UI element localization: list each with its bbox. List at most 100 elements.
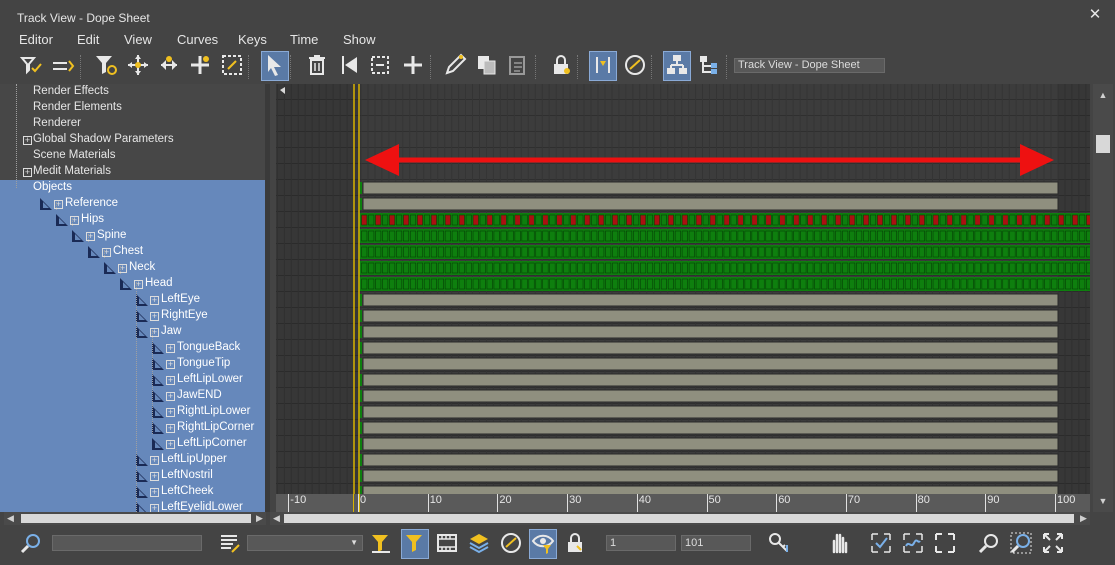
tree-item-reference[interactable]: + Reference (0, 196, 270, 212)
filter-dropdown[interactable]: ▼ (247, 535, 363, 551)
expand-icon[interactable]: + (150, 472, 159, 481)
scroll-thumb[interactable] (1096, 135, 1110, 153)
tree-item-medit-materials[interactable]: + Medit Materials (0, 164, 270, 180)
menu-view[interactable]: View (124, 32, 152, 47)
frame-button[interactable] (931, 529, 959, 559)
expand-icon[interactable]: + (150, 488, 159, 497)
expand-icon[interactable]: + (150, 296, 159, 305)
snap-frames-button[interactable] (589, 51, 617, 81)
move-keys-button[interactable] (124, 51, 152, 81)
key-info-button[interactable] (765, 529, 793, 559)
scroll-right-icon[interactable]: ▶ (1080, 512, 1087, 525)
dope-sheet-grid[interactable] (276, 84, 1090, 494)
tree-layout-button[interactable] (695, 51, 723, 81)
tree-item-tongueback[interactable]: + TongueBack (0, 340, 270, 356)
show-keyable-button[interactable] (621, 51, 649, 81)
keys-horizontal-scrollbar[interactable]: ◀ ▶ (270, 512, 1090, 525)
menu-show[interactable]: Show (343, 32, 376, 47)
tree-item-hips[interactable]: + Hips (0, 212, 270, 228)
menu-keys[interactable]: Keys (238, 32, 267, 47)
expand-icon[interactable]: + (150, 504, 159, 512)
close-icon[interactable]: ✕ (1087, 7, 1103, 23)
expand-icon[interactable]: + (166, 392, 175, 401)
menu-editor[interactable]: Editor (19, 32, 53, 47)
fit-button[interactable] (1039, 529, 1067, 559)
scroll-thumb[interactable] (21, 514, 251, 523)
zoom-value-button[interactable] (899, 529, 927, 559)
reverse-time-button[interactable] (335, 51, 363, 81)
scroll-down-icon[interactable]: ▼ (1097, 496, 1109, 506)
pane-splitter[interactable] (265, 84, 270, 512)
tree-item-render-elements[interactable]: Render Elements (0, 100, 270, 116)
funnel-gear-button[interactable] (92, 51, 120, 81)
zoom-extents-button[interactable] (867, 529, 895, 559)
slide-keys-button[interactable] (155, 51, 183, 81)
expand-icon[interactable]: + (23, 168, 32, 177)
paste-button[interactable] (504, 51, 532, 81)
expand-icon[interactable]: + (166, 360, 175, 369)
insert-time-button[interactable] (399, 51, 427, 81)
zoom-region-button[interactable] (1007, 529, 1035, 559)
scroll-left-icon[interactable]: ◀ (273, 512, 280, 525)
key-window[interactable]: -10 0 10 20 30 40 50 60 70 80 90 100 (276, 84, 1090, 512)
tree-item-chest[interactable]: + Chest (0, 244, 270, 260)
tree-item-render-effects[interactable]: Render Effects (0, 84, 270, 100)
add-keys-button[interactable] (186, 51, 214, 81)
scroll-right-icon[interactable]: ▶ (256, 512, 263, 525)
expand-icon[interactable]: + (23, 136, 32, 145)
tree-item-spine[interactable]: + Spine (0, 228, 270, 244)
tree-item-rightlipcorner[interactable]: + RightLipCorner (0, 420, 270, 436)
tree-item-global-shadow-parameters[interactable]: + Global Shadow Parameters (0, 132, 270, 148)
expand-icon[interactable]: + (166, 424, 175, 433)
layers-button[interactable] (465, 529, 493, 559)
start-frame-field[interactable]: 1 (606, 535, 676, 551)
tree-horizontal-scrollbar[interactable]: ◀ ▶ (4, 512, 266, 525)
tree-item-leftnostril[interactable]: + LeftNostril (0, 468, 270, 484)
delete-time-button[interactable] (303, 51, 331, 81)
time-ruler[interactable]: -10 0 10 20 30 40 50 60 70 80 90 100 (276, 494, 1090, 512)
scroll-up-icon[interactable]: ▲ (1097, 90, 1109, 100)
tree-item-jawend[interactable]: + JawEND (0, 388, 270, 404)
lock-button[interactable] (547, 51, 575, 81)
filter-active-button[interactable] (401, 529, 429, 559)
zoom-button[interactable] (975, 529, 1003, 559)
tree-item-leftliplower[interactable]: + LeftLipLower (0, 372, 270, 388)
list-filter-button[interactable] (216, 529, 244, 559)
vertical-scrollbar[interactable]: ▲ ▼ (1093, 84, 1113, 512)
tree-item-rightliplower[interactable]: + RightLipLower (0, 404, 270, 420)
expand-icon[interactable]: + (166, 344, 175, 353)
expand-icon[interactable]: + (166, 408, 175, 417)
pan-hand-button[interactable] (825, 529, 853, 559)
tree-item-leftcheek[interactable]: + LeftCheek (0, 484, 270, 500)
search-field[interactable] (52, 535, 202, 551)
pen-button[interactable] (441, 51, 469, 81)
show-keyable-bottom-button[interactable] (497, 529, 525, 559)
track-view-name-field[interactable]: Track View - Dope Sheet (734, 58, 885, 73)
scale-keys-button[interactable] (218, 51, 246, 81)
tree-item-leftlipupper[interactable]: + LeftLipUpper (0, 452, 270, 468)
expand-icon[interactable]: + (166, 376, 175, 385)
filter-down-button[interactable] (367, 529, 395, 559)
expand-icon[interactable]: + (150, 312, 159, 321)
hierarchy-button[interactable] (663, 51, 691, 81)
lock-selection-button[interactable] (561, 529, 589, 559)
time-slider-marker[interactable] (353, 494, 360, 512)
tree-item-jaw[interactable]: + Jaw (0, 324, 270, 340)
menu-time[interactable]: Time (290, 32, 318, 47)
tree-item-renderer[interactable]: Renderer (0, 116, 270, 132)
tree-item-lefteye[interactable]: + LeftEye (0, 292, 270, 308)
expand-icon[interactable]: + (166, 440, 175, 449)
film-button[interactable] (433, 529, 461, 559)
edit-range-button[interactable] (49, 51, 77, 81)
filter-check-button[interactable] (17, 51, 45, 81)
controller-window[interactable]: Render Effects Render Elements Renderer + Gl… (0, 84, 270, 512)
eye-filter-button[interactable] (529, 529, 557, 559)
tree-item-righteye[interactable]: + RightEye (0, 308, 270, 324)
scale-time-button[interactable] (366, 51, 394, 81)
copy-button[interactable] (473, 51, 501, 81)
tree-item-head[interactable]: + Head (0, 276, 270, 292)
tree-item-leftlipcorner[interactable]: + LeftLipCorner (0, 436, 270, 452)
tree-item-scene-materials[interactable]: Scene Materials (0, 148, 270, 164)
tree-item-neck[interactable]: + Neck (0, 260, 270, 276)
expand-icon[interactable]: + (150, 456, 159, 465)
